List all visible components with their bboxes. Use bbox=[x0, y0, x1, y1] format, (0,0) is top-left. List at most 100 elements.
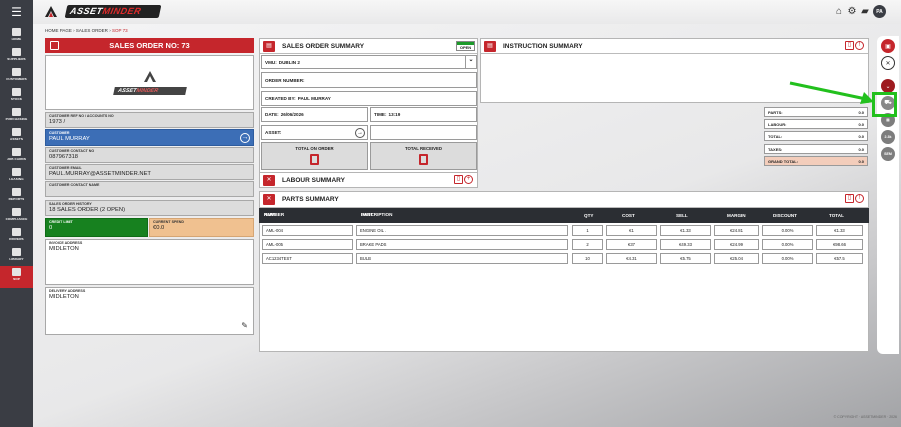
invoice-address-field[interactable]: INVOICE ADDRESS MIDLETON bbox=[45, 239, 254, 285]
breadcrumb-section[interactable]: SALES ORDER bbox=[76, 28, 108, 33]
table-row[interactable]: AML-004 ENGINE OIL . 1 €1 €1.33 €24.81 0… bbox=[259, 225, 869, 238]
column-header-sell[interactable]: SELL bbox=[676, 213, 688, 218]
panel-title: SALES ORDER SUMMARY bbox=[282, 42, 365, 50]
asset-field[interactable]: ASSET: → bbox=[261, 125, 368, 140]
created-by-field: CREATED BY: PAUL MURRAY bbox=[261, 91, 477, 106]
customers-icon bbox=[12, 68, 21, 76]
field-value: 087967318 bbox=[49, 154, 79, 160]
credit-limit-field: CREDIT LIMIT 0 bbox=[45, 218, 148, 237]
save-icon[interactable]: ▣ bbox=[881, 39, 895, 53]
chevron-down-icon[interactable]: ⌄ bbox=[465, 56, 476, 68]
sidebar-item-assets[interactable]: ASSETS bbox=[0, 126, 33, 148]
sidebar-item-drivers[interactable]: DRIVERS bbox=[0, 226, 33, 248]
sales-order-history-field[interactable]: SALES ORDER HISTORY 18 SALES ORDER (2 OP… bbox=[45, 200, 254, 216]
table-row[interactable]: AML-005 BRAKE PADS 2 €37 €49.33 €24.99 0… bbox=[259, 239, 869, 252]
customer-contact-field[interactable]: CUSTOMER CONTACT NO 087967318 bbox=[45, 147, 254, 163]
field-value: 26/06/2026 bbox=[280, 112, 304, 117]
app-logo[interactable]: ASSETMINDER bbox=[64, 5, 162, 18]
sidebar-item-label: HOME bbox=[11, 37, 22, 41]
close-icon[interactable]: ✕ bbox=[881, 56, 895, 70]
rail-button-label[interactable]: SEM bbox=[881, 147, 895, 161]
arrow-right-icon[interactable]: → bbox=[240, 133, 250, 143]
panel-header: ▤ SALES ORDER SUMMARY OPEN bbox=[260, 39, 477, 54]
page-title: SALES ORDER NO: 73 bbox=[109, 41, 190, 50]
order-number-field[interactable]: ORDER NUMBER: bbox=[261, 72, 477, 88]
sidebar-item-library[interactable]: LIBRARY bbox=[0, 246, 33, 268]
sidebar-item-home[interactable]: HOME bbox=[0, 26, 33, 48]
info-icon[interactable]: ! bbox=[855, 194, 864, 203]
home-icon bbox=[12, 28, 21, 36]
document-icon[interactable]: ▯ bbox=[454, 175, 463, 184]
job-cards-icon bbox=[12, 148, 21, 156]
truck-icon[interactable]: ▰ bbox=[860, 6, 870, 17]
document-icon[interactable]: ▯ bbox=[845, 41, 854, 50]
compliance-icon bbox=[12, 208, 21, 216]
home-icon[interactable]: ⌂ bbox=[834, 6, 844, 17]
cell-cost: €1 bbox=[606, 225, 657, 236]
chevron-down-icon[interactable]: ⌄ bbox=[881, 79, 895, 93]
column-header-discount[interactable]: DISCOUNT bbox=[773, 213, 797, 218]
field-label: DATE: bbox=[265, 112, 279, 117]
asset-value-field[interactable] bbox=[370, 125, 477, 140]
assets-icon bbox=[12, 128, 21, 136]
customer-contact-name-field[interactable]: CUSTOMER CONTACT NAME bbox=[45, 181, 254, 197]
sidebar-item-sop[interactable]: SOP bbox=[0, 266, 33, 288]
action-rail: ▣ ✕ ⌄ ⛟ ▤ 2.3k SEM bbox=[877, 36, 899, 354]
sidebar-item-job-cards[interactable]: JOB CARDS bbox=[0, 146, 33, 168]
panel-header: ▤ INSTRUCTION SUMMARY ▯! bbox=[481, 39, 868, 54]
sidebar-item-compliance[interactable]: COMPLIANCE bbox=[0, 206, 33, 228]
info-icon[interactable]: ! bbox=[855, 41, 864, 50]
document-icon[interactable]: ▯ bbox=[845, 194, 854, 203]
column-header-margin[interactable]: MARGIN bbox=[727, 213, 746, 218]
total-label: TOTAL: bbox=[768, 133, 783, 139]
column-header-cost[interactable]: COST bbox=[622, 213, 635, 218]
total-value: 0.0 bbox=[858, 158, 864, 164]
sidebar-item-purchasing[interactable]: PURCHASING bbox=[0, 106, 33, 128]
parts-icon: ✕ bbox=[263, 194, 275, 205]
sidebar-item-reports[interactable]: REPORTS bbox=[0, 186, 33, 208]
field-value: 1973 / bbox=[49, 119, 66, 125]
suppliers-icon bbox=[12, 48, 21, 56]
sidebar-item-label: SOP bbox=[13, 277, 20, 281]
delivery-address-field[interactable]: DELIVERY ADDRESS MIDLETON ✎ bbox=[45, 287, 254, 335]
cell-qty: 2 bbox=[572, 239, 603, 250]
sidebar-item-customers[interactable]: CUSTOMERS bbox=[0, 66, 33, 88]
cell-discount: 0.00% bbox=[762, 239, 813, 250]
arrow-right-icon[interactable]: → bbox=[355, 128, 365, 138]
customer-ref-field[interactable]: CUSTOMER REF NO / ACCOUNTS NO 1973 / bbox=[45, 112, 254, 128]
logo-icon bbox=[144, 71, 156, 82]
total-on-order-box: TOTAL ON ORDER bbox=[261, 142, 368, 170]
column-header-total[interactable]: TOTAL bbox=[829, 213, 844, 218]
menu-icon[interactable]: ☰ bbox=[0, 0, 33, 24]
field-label: ASSET: bbox=[265, 130, 282, 135]
rail-button-label[interactable]: 2.3k bbox=[881, 130, 895, 144]
cell-total: €98.66 bbox=[816, 239, 863, 250]
sales-order-icon bbox=[50, 41, 59, 50]
breadcrumb-home[interactable]: HOME PAGE bbox=[45, 28, 72, 33]
purchasing-icon bbox=[12, 108, 21, 116]
avatar[interactable]: PA bbox=[873, 5, 886, 18]
cell-margin: €24.81 bbox=[714, 225, 759, 236]
top-header: ASSETMINDER ⌂ ⚙ ▰ PA bbox=[33, 0, 901, 24]
pencil-icon[interactable]: ✎ bbox=[241, 321, 248, 330]
sidebar-item-stock[interactable]: STOCK bbox=[0, 86, 33, 108]
date-field[interactable]: DATE: 26/06/2026 bbox=[261, 107, 368, 122]
grand-total-row: GRAND TOTAL: 0.0 bbox=[764, 156, 868, 166]
breadcrumb-current: SOP 73 bbox=[111, 28, 128, 33]
table-row[interactable]: AC1234TEST BULB 10 €4.31 €5.75 €25.04 0.… bbox=[259, 253, 869, 266]
total-value: 0.0 bbox=[858, 121, 864, 127]
column-header-qty[interactable]: QTY bbox=[584, 213, 593, 218]
logo-prefix: ASSET bbox=[117, 88, 137, 94]
sidebar-item-suppliers[interactable]: SUPPLIERS bbox=[0, 46, 33, 68]
panel-header: ✕ LABOUR SUMMARY ▯ + bbox=[260, 173, 477, 187]
time-field[interactable]: TIME: 13:19 bbox=[370, 107, 477, 122]
sidebar-item-leasing[interactable]: LEASING bbox=[0, 166, 33, 188]
customer-email-field[interactable]: CUSTOMER EMAIL PAUL.MURRAY@ASSETMINDER.N… bbox=[45, 164, 254, 180]
column-header-line: DESCRIPTION bbox=[361, 212, 393, 217]
gear-icon[interactable]: ⚙ bbox=[847, 6, 857, 17]
customer-field[interactable]: CUSTOMER PAUL MURRAY → bbox=[45, 129, 254, 146]
cell-qty: 1 bbox=[572, 225, 603, 236]
vmu-select[interactable]: VMU: DUBLIN 2 ⌄ bbox=[261, 55, 477, 69]
add-icon[interactable]: + bbox=[464, 175, 473, 184]
cell-total: €57.5 bbox=[816, 253, 863, 264]
